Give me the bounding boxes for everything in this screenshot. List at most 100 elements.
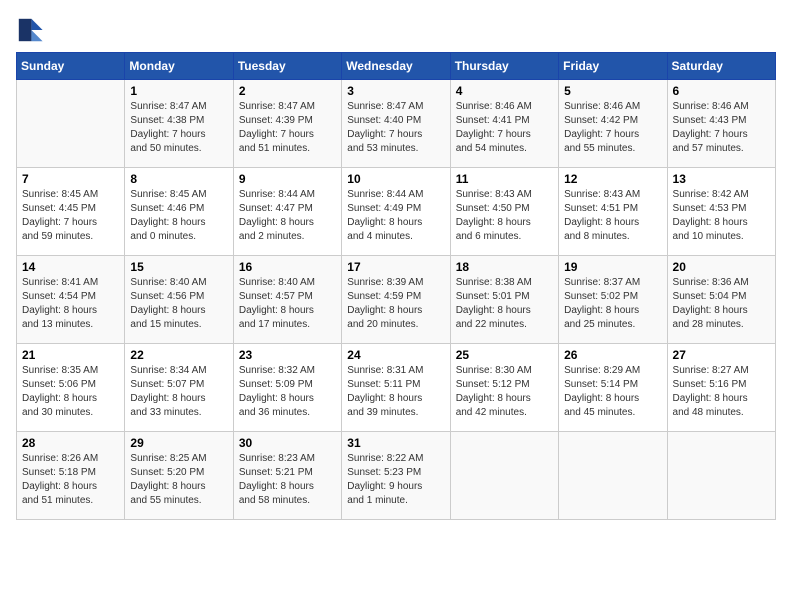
day-info: Sunrise: 8:38 AM Sunset: 5:01 PM Dayligh…: [456, 276, 553, 332]
day-number: 29: [130, 436, 227, 450]
day-number: 9: [239, 172, 336, 186]
day-number: 11: [456, 172, 553, 186]
weekday-header-wednesday: Wednesday: [342, 53, 450, 80]
day-info: Sunrise: 8:32 AM Sunset: 5:09 PM Dayligh…: [239, 364, 336, 420]
logo-icon: [16, 16, 44, 44]
day-info: Sunrise: 8:35 AM Sunset: 5:06 PM Dayligh…: [22, 364, 119, 420]
day-info: Sunrise: 8:47 AM Sunset: 4:40 PM Dayligh…: [347, 100, 444, 156]
day-info: Sunrise: 8:37 AM Sunset: 5:02 PM Dayligh…: [564, 276, 661, 332]
weekday-header-monday: Monday: [125, 53, 233, 80]
day-info: Sunrise: 8:46 AM Sunset: 4:41 PM Dayligh…: [456, 100, 553, 156]
calendar-cell: 26 Sunrise: 8:29 AM Sunset: 5:14 PM Dayli…: [559, 344, 667, 432]
day-number: 28: [22, 436, 119, 450]
weekday-header-thursday: Thursday: [450, 53, 558, 80]
day-info: Sunrise: 8:46 AM Sunset: 4:42 PM Dayligh…: [564, 100, 661, 156]
day-number: 4: [456, 84, 553, 98]
day-info: Sunrise: 8:31 AM Sunset: 5:11 PM Dayligh…: [347, 364, 444, 420]
weekday-header-row: SundayMondayTuesdayWednesdayThursdayFrid…: [17, 53, 776, 80]
day-info: Sunrise: 8:45 AM Sunset: 4:46 PM Dayligh…: [130, 188, 227, 244]
day-info: Sunrise: 8:40 AM Sunset: 4:57 PM Dayligh…: [239, 276, 336, 332]
calendar-cell: 12Sunrise: 8:43 AM Sunset: 4:51 PM Dayli…: [559, 168, 667, 256]
day-number: 3: [347, 84, 444, 98]
calendar-cell: 2Sunrise: 8:47 AM Sunset: 4:39 PM Daylig…: [233, 80, 341, 168]
calendar-week-row: 7 Sunrise: 8:45 AM Sunset: 4:45 PM Daylig…: [17, 168, 776, 256]
calendar-table: SundayMondayTuesdayWednesdayThursdayFrid…: [16, 52, 776, 520]
calendar-cell: 15 Sunrise: 8:40 AM Sunset: 4:56 PM Dayli…: [125, 256, 233, 344]
day-number: 14: [22, 260, 119, 274]
calendar-cell: 6 Sunrise: 8:46 AM Sunset: 4:43 PM Daylig…: [667, 80, 775, 168]
day-number: 27: [673, 348, 770, 362]
day-number: 16: [239, 260, 336, 274]
calendar-cell: 27 Sunrise: 8:27 AM Sunset: 5:16 PM Dayli…: [667, 344, 775, 432]
calendar-cell: 16 Sunrise: 8:40 AM Sunset: 4:57 PM Dayli…: [233, 256, 341, 344]
day-number: 6: [673, 84, 770, 98]
calendar-cell: 17 Sunrise: 8:39 AM Sunset: 4:59 PM Dayli…: [342, 256, 450, 344]
day-number: 5: [564, 84, 661, 98]
day-number: 17: [347, 260, 444, 274]
calendar-cell: 20Sunrise: 8:36 AM Sunset: 5:04 PM Dayli…: [667, 256, 775, 344]
weekday-header-saturday: Saturday: [667, 53, 775, 80]
calendar-body: 1 Sunrise: 8:47 AM Sunset: 4:38 PM Daylig…: [17, 80, 776, 520]
day-info: Sunrise: 8:43 AM Sunset: 4:50 PM Dayligh…: [456, 188, 553, 244]
day-info: Sunrise: 8:45 AM Sunset: 4:45 PM Dayligh…: [22, 188, 119, 244]
weekday-header-friday: Friday: [559, 53, 667, 80]
day-info: Sunrise: 8:40 AM Sunset: 4:56 PM Dayligh…: [130, 276, 227, 332]
day-info: Sunrise: 8:46 AM Sunset: 4:43 PM Dayligh…: [673, 100, 770, 156]
day-info: Sunrise: 8:47 AM Sunset: 4:38 PM Dayligh…: [130, 100, 227, 156]
calendar-cell: 9 Sunrise: 8:44 AM Sunset: 4:47 PM Daylig…: [233, 168, 341, 256]
calendar-week-row: 28Sunrise: 8:26 AM Sunset: 5:18 PM Dayli…: [17, 432, 776, 520]
day-number: 24: [347, 348, 444, 362]
day-number: 2: [239, 84, 336, 98]
day-number: 15: [130, 260, 227, 274]
day-info: Sunrise: 8:39 AM Sunset: 4:59 PM Dayligh…: [347, 276, 444, 332]
calendar-cell: [17, 80, 125, 168]
calendar-header: SundayMondayTuesdayWednesdayThursdayFrid…: [17, 53, 776, 80]
calendar-cell: 19Sunrise: 8:37 AM Sunset: 5:02 PM Dayli…: [559, 256, 667, 344]
day-info: Sunrise: 8:23 AM Sunset: 5:21 PM Dayligh…: [239, 452, 336, 508]
day-info: Sunrise: 8:30 AM Sunset: 5:12 PM Dayligh…: [456, 364, 553, 420]
calendar-cell: 30Sunrise: 8:23 AM Sunset: 5:21 PM Dayli…: [233, 432, 341, 520]
calendar-cell: 4 Sunrise: 8:46 AM Sunset: 4:41 PM Daylig…: [450, 80, 558, 168]
day-info: Sunrise: 8:22 AM Sunset: 5:23 PM Dayligh…: [347, 452, 444, 508]
calendar-week-row: 1 Sunrise: 8:47 AM Sunset: 4:38 PM Daylig…: [17, 80, 776, 168]
day-info: Sunrise: 8:41 AM Sunset: 4:54 PM Dayligh…: [22, 276, 119, 332]
calendar-cell: [667, 432, 775, 520]
day-number: 10: [347, 172, 444, 186]
day-info: Sunrise: 8:34 AM Sunset: 5:07 PM Dayligh…: [130, 364, 227, 420]
calendar-cell: 21 Sunrise: 8:35 AM Sunset: 5:06 PM Dayli…: [17, 344, 125, 432]
day-info: Sunrise: 8:42 AM Sunset: 4:53 PM Dayligh…: [673, 188, 770, 244]
calendar-cell: 10Sunrise: 8:44 AM Sunset: 4:49 PM Dayli…: [342, 168, 450, 256]
day-info: Sunrise: 8:29 AM Sunset: 5:14 PM Dayligh…: [564, 364, 661, 420]
day-info: Sunrise: 8:25 AM Sunset: 5:20 PM Dayligh…: [130, 452, 227, 508]
calendar-cell: [559, 432, 667, 520]
day-info: Sunrise: 8:27 AM Sunset: 5:16 PM Dayligh…: [673, 364, 770, 420]
day-number: 13: [673, 172, 770, 186]
day-info: Sunrise: 8:36 AM Sunset: 5:04 PM Dayligh…: [673, 276, 770, 332]
calendar-cell: 22 Sunrise: 8:34 AM Sunset: 5:07 PM Dayli…: [125, 344, 233, 432]
day-number: 25: [456, 348, 553, 362]
calendar-cell: 8Sunrise: 8:45 AM Sunset: 4:46 PM Daylig…: [125, 168, 233, 256]
weekday-header-tuesday: Tuesday: [233, 53, 341, 80]
calendar-cell: 25 Sunrise: 8:30 AM Sunset: 5:12 PM Dayli…: [450, 344, 558, 432]
logo: [16, 16, 48, 44]
day-number: 26: [564, 348, 661, 362]
calendar-cell: 7 Sunrise: 8:45 AM Sunset: 4:45 PM Daylig…: [17, 168, 125, 256]
calendar-cell: 14 Sunrise: 8:41 AM Sunset: 4:54 PM Dayli…: [17, 256, 125, 344]
weekday-header-sunday: Sunday: [17, 53, 125, 80]
day-number: 7: [22, 172, 119, 186]
calendar-cell: 18 Sunrise: 8:38 AM Sunset: 5:01 PM Dayli…: [450, 256, 558, 344]
day-number: 21: [22, 348, 119, 362]
calendar-week-row: 21 Sunrise: 8:35 AM Sunset: 5:06 PM Dayli…: [17, 344, 776, 432]
calendar-cell: 11 Sunrise: 8:43 AM Sunset: 4:50 PM Dayli…: [450, 168, 558, 256]
day-number: 23: [239, 348, 336, 362]
day-number: 12: [564, 172, 661, 186]
calendar-cell: [450, 432, 558, 520]
day-info: Sunrise: 8:44 AM Sunset: 4:47 PM Dayligh…: [239, 188, 336, 244]
calendar-cell: 13 Sunrise: 8:42 AM Sunset: 4:53 PM Dayli…: [667, 168, 775, 256]
day-number: 1: [130, 84, 227, 98]
calendar-cell: 29 Sunrise: 8:25 AM Sunset: 5:20 PM Dayli…: [125, 432, 233, 520]
day-number: 18: [456, 260, 553, 274]
calendar-week-row: 14 Sunrise: 8:41 AM Sunset: 4:54 PM Dayli…: [17, 256, 776, 344]
day-number: 22: [130, 348, 227, 362]
calendar-cell: 1 Sunrise: 8:47 AM Sunset: 4:38 PM Daylig…: [125, 80, 233, 168]
